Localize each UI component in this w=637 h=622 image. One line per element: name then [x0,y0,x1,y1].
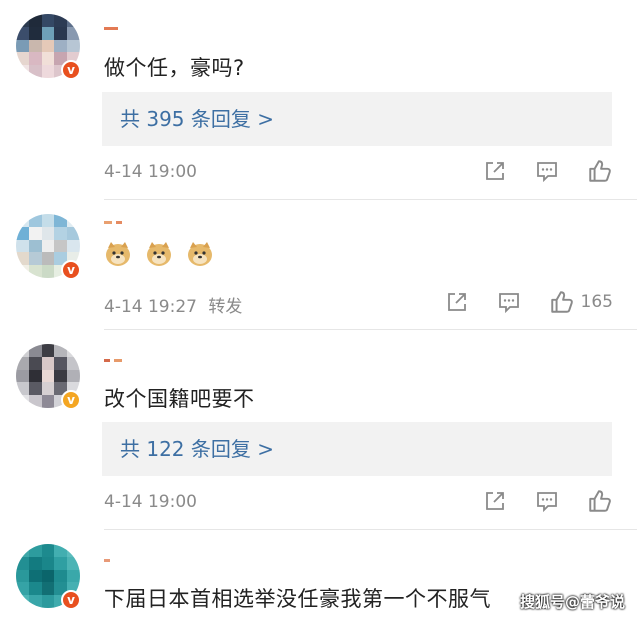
verified-badge-icon: v [61,590,81,610]
doge-emoji-icon [106,242,130,266]
username-redacted [104,550,130,562]
comment-timestamp: 4-14 19:27 [104,297,197,317]
verified-badge-icon: v [61,60,81,80]
divider [104,199,637,200]
divider [104,329,637,330]
comment-text: 改个国籍吧要不 [104,387,255,411]
like-button[interactable] [587,488,613,514]
comment-button[interactable] [535,159,559,183]
username-redacted [104,18,130,30]
share-icon [486,162,504,180]
comment-icon [537,162,557,183]
username-redacted [104,212,130,224]
like-count: 165 [580,292,613,312]
comment-meta: 4-14 19:27 转发 [104,292,242,317]
like-button[interactable] [587,158,613,184]
like-button[interactable]: 165 [549,289,613,315]
comment-button[interactable] [535,489,559,513]
share-icon [486,492,504,510]
comment-emojis [104,240,220,268]
verified-badge-icon: v [61,260,81,280]
source-watermark: 搜狐号@蕾爷说 [519,593,625,611]
comment-icon [498,293,519,314]
like-icon [550,291,573,313]
doge-emoji-icon [147,242,172,266]
share-button[interactable] [483,159,507,183]
like-icon [589,490,611,512]
username-redacted [104,350,130,362]
comment-text: 做个任，豪吗? [104,56,245,80]
comment-timestamp: 4-14 19:00 [104,162,197,182]
view-replies-link[interactable]: 共 395 条回复 > [102,92,612,146]
comment-text: 下届日本首相选举没任豪我第一个不服气 [104,587,491,611]
comment-icon [537,492,557,513]
comment-timestamp: 4-14 19:00 [104,492,197,512]
doge-emoji-icon [188,242,213,266]
comment-button[interactable] [497,290,521,314]
forward-link[interactable]: 转发 [208,297,242,317]
verified-badge-icon: v [61,390,81,410]
share-button[interactable] [483,489,507,513]
view-replies-link[interactable]: 共 122 条回复 > [102,422,612,476]
share-button[interactable] [445,290,469,314]
share-icon [447,293,466,311]
like-icon [589,160,611,182]
divider [104,529,637,530]
